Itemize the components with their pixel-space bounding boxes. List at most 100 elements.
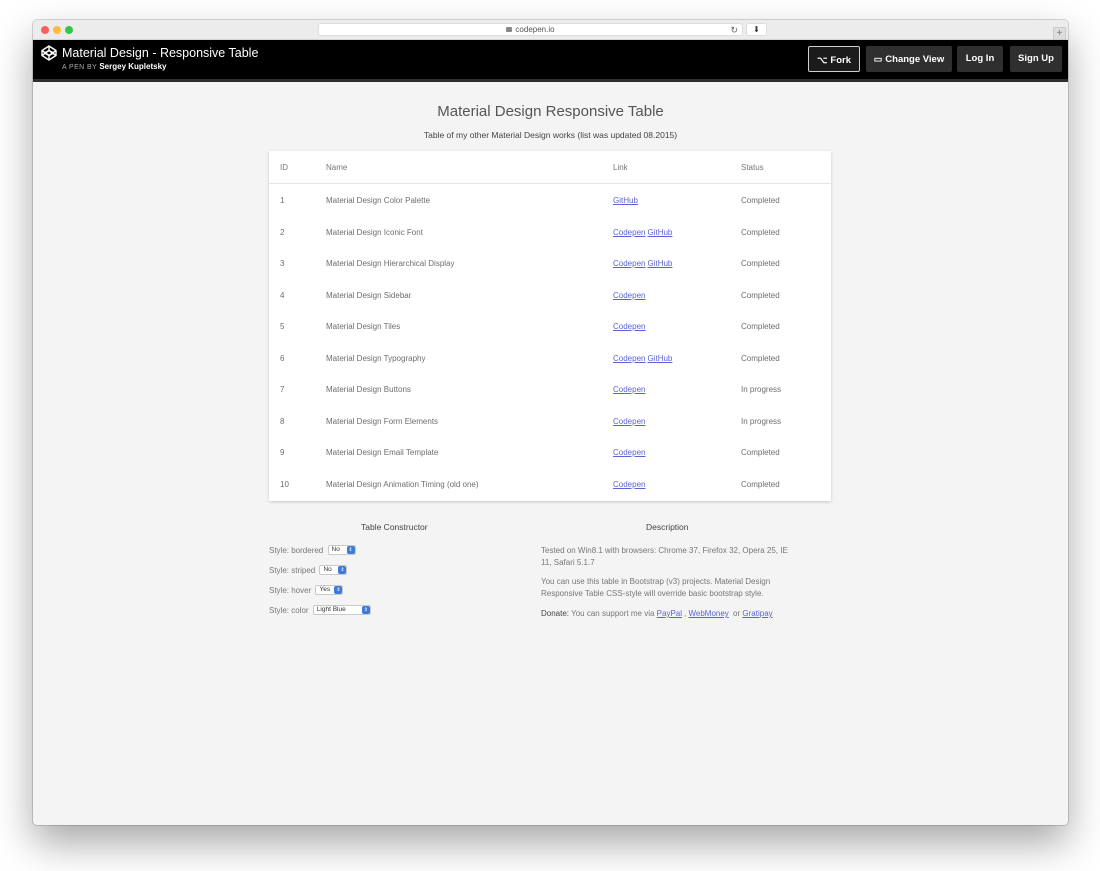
author-link[interactable]: Sergey Kupletsky — [99, 62, 166, 71]
cell-name: Material Design Typography — [326, 353, 426, 363]
codepen-link[interactable]: Codepen — [613, 228, 645, 237]
pen-header: Material Design - Responsive Table A PEN… — [33, 40, 1068, 82]
github-link[interactable]: GitHub — [647, 228, 672, 237]
change-view-label: Change View — [885, 54, 945, 65]
chevron-updown-icon: ⇕ — [338, 566, 347, 574]
option-bordered-label: Style: bordered — [269, 545, 324, 555]
description-title: Description — [646, 522, 689, 532]
header-id: ID — [280, 163, 288, 172]
works-table: ID Name Link Status 1 Material Design Col… — [269, 151, 831, 501]
header-status: Status — [741, 163, 764, 172]
cell-link: Codepen — [613, 417, 647, 426]
close-window-button[interactable] — [41, 26, 49, 34]
cell-name: Material Design Tiles — [326, 322, 401, 331]
table-row: 1 Material Design Color Palette GitHub Comp… — [269, 184, 831, 216]
donate-label: Donate: — [541, 609, 570, 618]
login-button[interactable]: Log In — [957, 46, 1003, 72]
github-link[interactable]: GitHub — [647, 354, 672, 363]
table-row: 7 Material Design Buttons Codepen In progre… — [269, 373, 831, 405]
option-striped: Style: striped No ⇕ — [269, 565, 348, 577]
cell-id: 3 — [280, 259, 285, 268]
cell-name: Material Design Form Elements — [326, 416, 439, 426]
cell-id: 6 — [280, 353, 285, 363]
codepen-logo-icon[interactable] — [41, 45, 57, 61]
change-view-button[interactable]: ▭ Change View — [866, 46, 952, 72]
page-subtitle: Table of my other Material Design works … — [423, 130, 678, 140]
hover-select[interactable]: Yes ⇕ — [315, 585, 344, 595]
option-striped-label: Style: striped — [269, 565, 316, 575]
table-row: 4 Material Design Sidebar Codepen Completed — [269, 279, 831, 311]
cell-link: Codepen — [613, 448, 647, 457]
cell-status: In progress — [741, 416, 782, 426]
codepen-link[interactable]: Codepen — [613, 480, 645, 489]
fork-icon: ⌥ — [817, 55, 828, 65]
table-row: 6 Material Design Typography Codepen GitHub… — [269, 342, 831, 374]
striped-select-value: No — [323, 566, 332, 573]
address-url: codepen.io — [515, 25, 555, 34]
signup-button[interactable]: Sign Up — [1010, 46, 1062, 72]
description-tested: Tested on Win8.1 with browsers: Chrome 3… — [541, 546, 788, 567]
cell-status: Completed — [741, 259, 780, 268]
reload-icon[interactable]: ↻ — [730, 24, 738, 36]
cell-link: Codepen GitHub — [613, 228, 674, 237]
download-icon[interactable]: ⬇ — [746, 23, 767, 36]
codepen-link[interactable]: Codepen — [613, 448, 645, 457]
cell-name: Material Design Buttons — [326, 385, 411, 394]
byline-prefix: A PEN BY — [62, 64, 97, 71]
table-header: ID Name Link Status — [269, 151, 831, 184]
browser-toolbar: codepen.io ↻ ⬇ + — [33, 20, 1068, 40]
chevron-updown-icon: ⇕ — [346, 546, 355, 554]
browser-window: codepen.io ↻ ⬇ + Material Design - Respo… — [33, 20, 1068, 825]
codepen-link[interactable]: Codepen — [613, 291, 645, 300]
donate-text: You can support me via — [571, 609, 655, 618]
table-row: 8 Material Design Form Elements Codepen In … — [269, 405, 831, 437]
option-hover-label: Style: hover — [269, 585, 312, 595]
cell-status: In progress — [741, 385, 782, 394]
github-link[interactable]: GitHub — [613, 196, 638, 205]
constructor-title: Table Constructor — [361, 522, 428, 532]
codepen-link[interactable]: Codepen — [613, 417, 645, 426]
cell-id: 8 — [280, 416, 285, 426]
pen-title: Material Design - Responsive Table — [62, 46, 259, 60]
gratipay-link[interactable]: Gratipay — [742, 609, 772, 618]
codepen-link[interactable]: Codepen — [613, 354, 645, 363]
cell-id: 7 — [280, 385, 285, 394]
cell-status: Completed — [741, 227, 780, 237]
paypal-link[interactable]: PayPal — [657, 609, 682, 618]
github-link[interactable]: GitHub — [647, 259, 672, 268]
table-row: 9 Material Design Email Template Codepen Co… — [269, 436, 831, 468]
minimize-window-button[interactable] — [53, 26, 61, 34]
cell-name: Material Design Color Palette — [326, 196, 431, 205]
color-select[interactable]: Light Blue ⇕ — [312, 605, 371, 615]
address-bar[interactable]: codepen.io ↻ — [318, 23, 743, 36]
codepen-link[interactable]: Codepen — [613, 385, 645, 394]
cell-name: Material Design Sidebar — [326, 290, 412, 300]
layout-icon: ▭ — [873, 54, 883, 64]
fork-button[interactable]: ⌥ Fork — [808, 46, 860, 72]
lock-icon — [506, 27, 513, 32]
new-tab-button[interactable]: + — [1053, 27, 1066, 40]
description-usage: You can use this table in Bootstrap (v3)… — [541, 577, 771, 598]
cell-status: Completed — [741, 290, 780, 300]
option-color-label: Style: color — [269, 605, 309, 615]
hover-select-value: Yes — [319, 586, 331, 593]
cell-id: 9 — [280, 448, 285, 457]
webmoney-link[interactable]: WebMoney — [688, 609, 728, 618]
striped-select[interactable]: No ⇕ — [319, 565, 348, 575]
table-row: 5 Material Design Tiles Codepen Completed — [269, 310, 831, 342]
option-color: Style: color Light Blue ⇕ — [269, 605, 371, 617]
codepen-link[interactable]: Codepen — [613, 322, 645, 331]
cell-status: Completed — [741, 322, 780, 331]
cell-id: 10 — [280, 479, 289, 489]
bordered-select[interactable]: No ⇕ — [327, 545, 356, 555]
cell-status: Completed — [741, 448, 780, 457]
cell-status: Completed — [741, 196, 780, 205]
cell-id: 5 — [280, 322, 285, 331]
codepen-link[interactable]: Codepen — [613, 259, 645, 268]
cell-id: 4 — [280, 290, 285, 300]
header-link: Link — [613, 163, 628, 172]
pen-byline: A PEN BY Sergey Kupletsky — [62, 62, 166, 71]
table-row: 2 Material Design Iconic Font Codepen GitHu… — [269, 216, 831, 248]
maximize-window-button[interactable] — [65, 26, 73, 34]
table-row: 3 Material Design Hierarchical Display Cod… — [269, 247, 831, 279]
